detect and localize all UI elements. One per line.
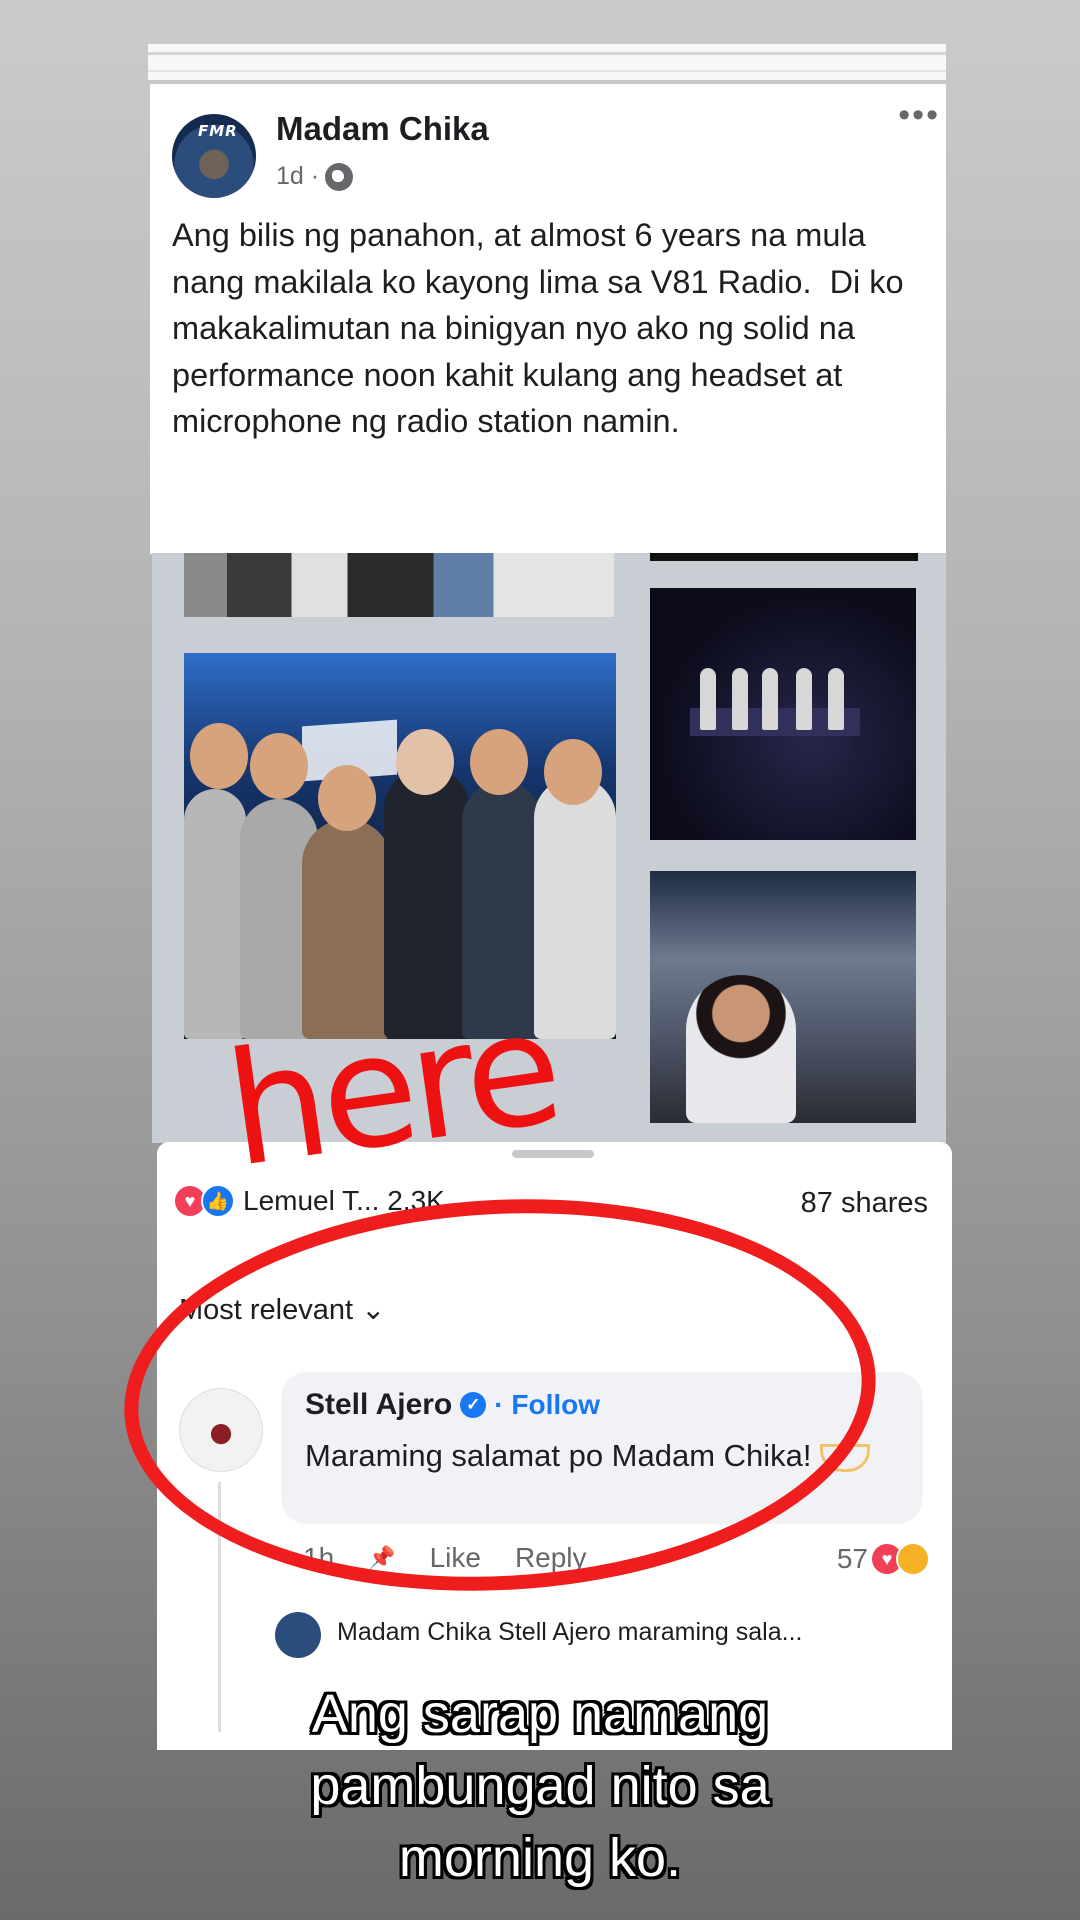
care-reaction-icon xyxy=(896,1542,930,1576)
head xyxy=(250,733,308,799)
reply-preview[interactable]: Madam Chika Stell Ajero maraming sala... xyxy=(337,1618,802,1647)
performer xyxy=(700,668,716,730)
story-caption: Ang sarap namang pambungad nito sa morni… xyxy=(0,1678,1080,1894)
caption-line: pambungad nito sa xyxy=(310,1756,770,1816)
post-time: 1d · xyxy=(276,162,320,190)
facebook-post: FMR Madam Chika 1d · ••• Ang bilis ng pa… xyxy=(150,84,946,554)
author-avatar[interactable]: FMR xyxy=(172,114,256,198)
previous-post-strip xyxy=(148,44,946,80)
caption-line: morning ko. xyxy=(398,1828,682,1888)
head xyxy=(396,729,454,795)
globe-icon xyxy=(325,162,354,191)
post-author-name[interactable]: Madam Chika xyxy=(276,110,489,148)
photo-concert-stage[interactable] xyxy=(650,588,916,840)
photo-arena-selfie[interactable] xyxy=(650,871,916,1123)
selfie-person xyxy=(686,975,796,1123)
performer xyxy=(732,668,748,730)
head xyxy=(544,739,602,805)
photo-top-right-cropped[interactable] xyxy=(650,553,918,561)
avatar-logo-text: FMR xyxy=(198,122,238,140)
reply-avatar[interactable] xyxy=(275,1612,321,1658)
head xyxy=(318,765,376,831)
head xyxy=(190,723,248,789)
performer xyxy=(796,668,812,730)
like-reaction-icon: 👍 xyxy=(201,1184,235,1218)
performer xyxy=(828,668,844,730)
head xyxy=(470,729,528,795)
performer xyxy=(762,668,778,730)
post-meta: 1d · xyxy=(276,162,354,191)
comment-reaction-number: 57 xyxy=(836,1543,868,1574)
post-text: Ang bilis ng panahon, at almost 6 years … xyxy=(172,217,913,439)
more-options-icon[interactable]: ••• xyxy=(898,96,940,135)
photo-group-radio-studio[interactable] xyxy=(184,653,616,1039)
person xyxy=(534,777,616,1039)
shares-count[interactable]: 87 shares xyxy=(801,1187,928,1220)
comment-reaction-count[interactable]: 57 ♥ xyxy=(837,1542,930,1576)
person xyxy=(184,789,246,1039)
photo-top-cropped[interactable] xyxy=(184,553,614,617)
caption-line: Ang sarap namang xyxy=(311,1684,769,1744)
